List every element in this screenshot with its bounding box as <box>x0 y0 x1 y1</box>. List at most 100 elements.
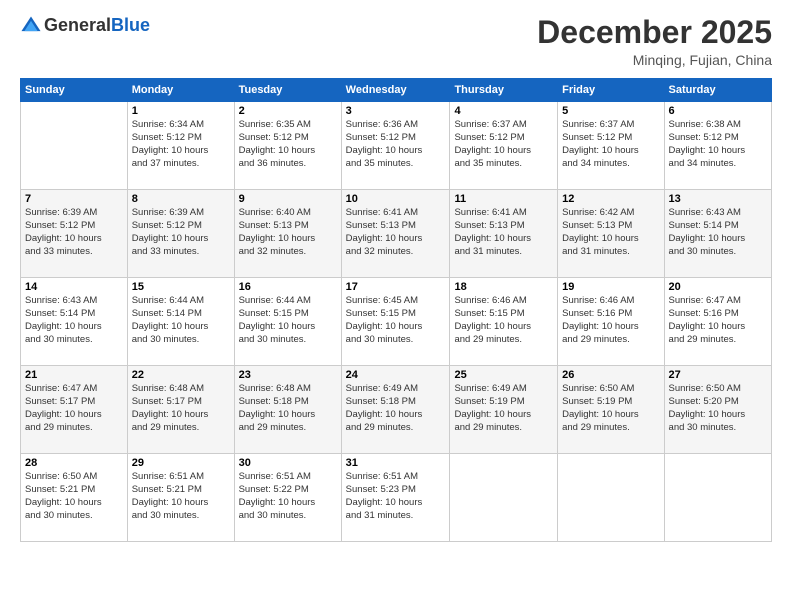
calendar-cell: 13 Sunrise: 6:43 AM Sunset: 5:14 PM Dayli… <box>664 190 771 278</box>
day-info: Sunrise: 6:41 AM Sunset: 5:13 PM Dayligh… <box>346 207 446 258</box>
day-number: 10 <box>346 193 446 205</box>
col-thursday: Thursday <box>450 79 558 102</box>
col-sunday: Sunday <box>21 79 128 102</box>
day-number: 5 <box>562 105 659 117</box>
calendar-cell: 8 Sunrise: 6:39 AM Sunset: 5:12 PM Daylig… <box>127 190 234 278</box>
day-info: Sunrise: 6:43 AM Sunset: 5:14 PM Dayligh… <box>669 207 767 258</box>
day-number: 14 <box>25 281 123 293</box>
day-number: 23 <box>239 369 337 381</box>
day-info: Sunrise: 6:47 AM Sunset: 5:16 PM Dayligh… <box>669 295 767 346</box>
month-title: December 2025 <box>537 15 772 50</box>
day-info: Sunrise: 6:49 AM Sunset: 5:18 PM Dayligh… <box>346 383 446 434</box>
day-number: 27 <box>669 369 767 381</box>
day-number: 30 <box>239 457 337 469</box>
week-row-5: 28 Sunrise: 6:50 AM Sunset: 5:21 PM Dayli… <box>21 454 772 542</box>
logo-text: GeneralBlue <box>44 15 150 37</box>
day-info: Sunrise: 6:51 AM Sunset: 5:23 PM Dayligh… <box>346 471 446 522</box>
day-number: 7 <box>25 193 123 205</box>
header: GeneralBlue December 2025 Minqing, Fujia… <box>20 15 772 68</box>
calendar-cell <box>558 454 664 542</box>
day-info: Sunrise: 6:50 AM Sunset: 5:19 PM Dayligh… <box>562 383 659 434</box>
day-number: 17 <box>346 281 446 293</box>
calendar-cell: 14 Sunrise: 6:43 AM Sunset: 5:14 PM Dayli… <box>21 278 128 366</box>
day-number: 20 <box>669 281 767 293</box>
calendar-cell: 21Sunrise: 6:47 AM Sunset: 5:17 PM Dayli… <box>21 366 128 454</box>
day-number: 16 <box>239 281 337 293</box>
calendar-cell: 5 Sunrise: 6:37 AM Sunset: 5:12 PM Daylig… <box>558 102 664 190</box>
day-info: Sunrise: 6:34 AM Sunset: 5:12 PM Dayligh… <box>132 119 230 170</box>
day-number: 31 <box>346 457 446 469</box>
day-number: 13 <box>669 193 767 205</box>
day-number: 28 <box>25 457 123 469</box>
day-number: 12 <box>562 193 659 205</box>
calendar-cell: 26Sunrise: 6:50 AM Sunset: 5:19 PM Dayli… <box>558 366 664 454</box>
day-number: 2 <box>239 105 337 117</box>
header-row: Sunday Monday Tuesday Wednesday Thursday… <box>21 79 772 102</box>
col-wednesday: Wednesday <box>341 79 450 102</box>
day-info: Sunrise: 6:48 AM Sunset: 5:18 PM Dayligh… <box>239 383 337 434</box>
day-info: Sunrise: 6:37 AM Sunset: 5:12 PM Dayligh… <box>454 119 553 170</box>
day-number: 4 <box>454 105 553 117</box>
calendar-cell: 16 Sunrise: 6:44 AM Sunset: 5:15 PM Dayli… <box>234 278 341 366</box>
calendar-cell: 4 Sunrise: 6:37 AM Sunset: 5:12 PM Daylig… <box>450 102 558 190</box>
calendar-cell: 3Sunrise: 6:36 AM Sunset: 5:12 PM Daylig… <box>341 102 450 190</box>
day-number: 21 <box>25 369 123 381</box>
week-row-1: 1 Sunrise: 6:34 AM Sunset: 5:12 PM Daylig… <box>21 102 772 190</box>
day-info: Sunrise: 6:51 AM Sunset: 5:22 PM Dayligh… <box>239 471 337 522</box>
calendar-cell <box>450 454 558 542</box>
location: Minqing, Fujian, China <box>537 52 772 68</box>
day-number: 8 <box>132 193 230 205</box>
calendar-cell: 7 Sunrise: 6:39 AM Sunset: 5:12 PM Daylig… <box>21 190 128 278</box>
day-info: Sunrise: 6:42 AM Sunset: 5:13 PM Dayligh… <box>562 207 659 258</box>
logo: GeneralBlue <box>20 15 150 37</box>
day-info: Sunrise: 6:40 AM Sunset: 5:13 PM Dayligh… <box>239 207 337 258</box>
day-info: Sunrise: 6:48 AM Sunset: 5:17 PM Dayligh… <box>132 383 230 434</box>
week-row-2: 7 Sunrise: 6:39 AM Sunset: 5:12 PM Daylig… <box>21 190 772 278</box>
calendar-table: Sunday Monday Tuesday Wednesday Thursday… <box>20 78 772 542</box>
day-info: Sunrise: 6:50 AM Sunset: 5:21 PM Dayligh… <box>25 471 123 522</box>
day-number: 25 <box>454 369 553 381</box>
calendar-cell: 6 Sunrise: 6:38 AM Sunset: 5:12 PM Daylig… <box>664 102 771 190</box>
calendar-cell: 11Sunrise: 6:41 AM Sunset: 5:13 PM Dayli… <box>450 190 558 278</box>
logo-icon <box>20 15 42 37</box>
calendar-cell: 30 Sunrise: 6:51 AM Sunset: 5:22 PM Dayli… <box>234 454 341 542</box>
day-info: Sunrise: 6:44 AM Sunset: 5:15 PM Dayligh… <box>239 295 337 346</box>
col-saturday: Saturday <box>664 79 771 102</box>
col-friday: Friday <box>558 79 664 102</box>
calendar-cell: 2Sunrise: 6:35 AM Sunset: 5:12 PM Daylig… <box>234 102 341 190</box>
day-info: Sunrise: 6:44 AM Sunset: 5:14 PM Dayligh… <box>132 295 230 346</box>
day-info: Sunrise: 6:46 AM Sunset: 5:16 PM Dayligh… <box>562 295 659 346</box>
calendar-cell: 29 Sunrise: 6:51 AM Sunset: 5:21 PM Dayli… <box>127 454 234 542</box>
day-info: Sunrise: 6:46 AM Sunset: 5:15 PM Dayligh… <box>454 295 553 346</box>
day-number: 22 <box>132 369 230 381</box>
day-info: Sunrise: 6:36 AM Sunset: 5:12 PM Dayligh… <box>346 119 446 170</box>
day-number: 1 <box>132 105 230 117</box>
day-number: 19 <box>562 281 659 293</box>
day-info: Sunrise: 6:51 AM Sunset: 5:21 PM Dayligh… <box>132 471 230 522</box>
calendar-cell: 10 Sunrise: 6:41 AM Sunset: 5:13 PM Dayli… <box>341 190 450 278</box>
day-info: Sunrise: 6:43 AM Sunset: 5:14 PM Dayligh… <box>25 295 123 346</box>
day-number: 15 <box>132 281 230 293</box>
title-block: December 2025 Minqing, Fujian, China <box>537 15 772 68</box>
day-info: Sunrise: 6:39 AM Sunset: 5:12 PM Dayligh… <box>25 207 123 258</box>
day-info: Sunrise: 6:38 AM Sunset: 5:12 PM Dayligh… <box>669 119 767 170</box>
calendar-cell: 15 Sunrise: 6:44 AM Sunset: 5:14 PM Dayli… <box>127 278 234 366</box>
calendar-cell: 12 Sunrise: 6:42 AM Sunset: 5:13 PM Dayli… <box>558 190 664 278</box>
calendar-cell: 23 Sunrise: 6:48 AM Sunset: 5:18 PM Dayli… <box>234 366 341 454</box>
day-number: 9 <box>239 193 337 205</box>
calendar-cell: 28 Sunrise: 6:50 AM Sunset: 5:21 PM Dayli… <box>21 454 128 542</box>
day-number: 6 <box>669 105 767 117</box>
calendar-cell <box>664 454 771 542</box>
calendar-cell: 31 Sunrise: 6:51 AM Sunset: 5:23 PM Dayli… <box>341 454 450 542</box>
day-number: 24 <box>346 369 446 381</box>
day-info: Sunrise: 6:39 AM Sunset: 5:12 PM Dayligh… <box>132 207 230 258</box>
day-info: Sunrise: 6:49 AM Sunset: 5:19 PM Dayligh… <box>454 383 553 434</box>
col-tuesday: Tuesday <box>234 79 341 102</box>
calendar-cell: 25 Sunrise: 6:49 AM Sunset: 5:19 PM Dayli… <box>450 366 558 454</box>
day-info: Sunrise: 6:50 AM Sunset: 5:20 PM Dayligh… <box>669 383 767 434</box>
calendar-cell: 20 Sunrise: 6:47 AM Sunset: 5:16 PM Dayli… <box>664 278 771 366</box>
day-info: Sunrise: 6:37 AM Sunset: 5:12 PM Dayligh… <box>562 119 659 170</box>
week-row-4: 21Sunrise: 6:47 AM Sunset: 5:17 PM Dayli… <box>21 366 772 454</box>
day-number: 29 <box>132 457 230 469</box>
calendar-cell: 24 Sunrise: 6:49 AM Sunset: 5:18 PM Dayli… <box>341 366 450 454</box>
